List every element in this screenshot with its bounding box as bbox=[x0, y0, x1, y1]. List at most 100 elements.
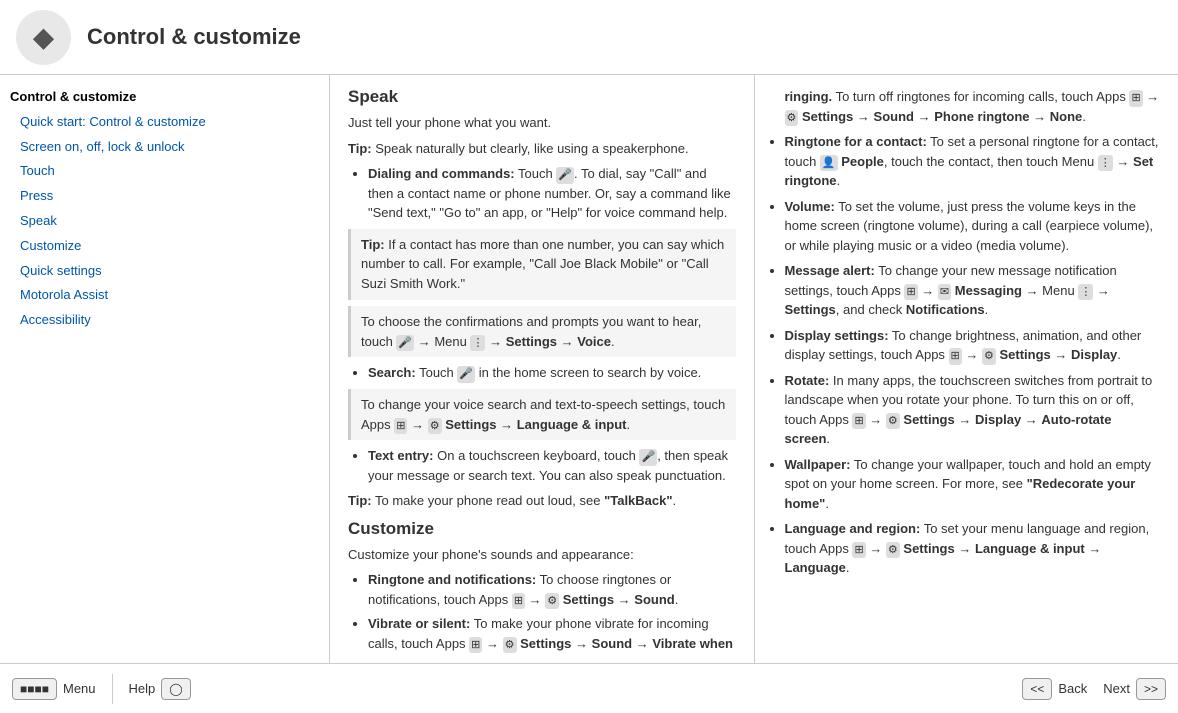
list-item-message-alert: Message alert: To change your new messag… bbox=[785, 261, 1161, 320]
tip-confirmations: To choose the confirmations and prompts … bbox=[348, 306, 736, 358]
notifications-bold: Notifications bbox=[906, 302, 985, 317]
ringing-bold: ringing. bbox=[785, 89, 833, 104]
next-button[interactable]: Next >> bbox=[1103, 678, 1166, 700]
ringtone-contact-title: Ringtone for a contact: bbox=[785, 134, 927, 149]
help-label: Help bbox=[129, 681, 156, 696]
settings-icon-r3: ⚙ bbox=[982, 348, 996, 365]
voice-bold: Voice bbox=[577, 334, 611, 349]
settings-bold-r5: Settings bbox=[903, 541, 954, 556]
people-bold: People bbox=[841, 154, 884, 169]
customize-heading: Customize bbox=[348, 519, 736, 539]
list-item-search: Search: Touch 🎤 in the home screen to se… bbox=[368, 363, 736, 383]
list-item-rotate: Rotate: In many apps, the touchscreen sw… bbox=[785, 371, 1161, 449]
settings-bold-r4: Settings bbox=[903, 412, 954, 427]
settings-icon-r5: ⚙ bbox=[886, 542, 900, 559]
ringing-text: To turn off ringtones for incoming calls… bbox=[785, 89, 1160, 124]
language-title: Language and region: bbox=[785, 521, 921, 536]
ringtone-title: Ringtone and notifications: bbox=[368, 572, 536, 587]
sidebar-item-press[interactable]: Press bbox=[0, 184, 329, 209]
sidebar-item-customize[interactable]: Customize bbox=[0, 234, 329, 259]
bottom-right: << Back Next >> bbox=[1022, 678, 1166, 700]
logo-letter: ◆ bbox=[34, 22, 54, 53]
sidebar-item-quick-settings[interactable]: Quick settings bbox=[0, 259, 329, 284]
divider-1 bbox=[112, 674, 113, 704]
speak-tip-text: Speak naturally but clearly, like using … bbox=[375, 141, 688, 156]
list-item-display: Display settings: To change brightness, … bbox=[785, 326, 1161, 365]
sidebar-item-accessibility[interactable]: Accessibility bbox=[0, 308, 329, 333]
rotate-text: In many apps, the touchscreen switches f… bbox=[785, 373, 1153, 447]
mic-icon-3: 🎤 bbox=[457, 366, 475, 383]
customize-bullets: Ringtone and notifications: To choose ri… bbox=[356, 570, 736, 653]
tip-label-3: Tip: bbox=[348, 493, 372, 508]
list-item-ringtone-contact: Ringtone for a contact: To set a persona… bbox=[785, 132, 1161, 191]
settings-bold: Settings bbox=[506, 334, 557, 349]
back-label: Back bbox=[1058, 681, 1087, 696]
tip-label-2: Tip: bbox=[361, 237, 385, 252]
phone-ringtone-bold: Phone ringtone bbox=[934, 109, 1029, 124]
messaging-bold: Messaging bbox=[955, 283, 1022, 298]
tip-talkback: Tip: To make your phone read out loud, s… bbox=[348, 491, 736, 511]
search-title: Search: bbox=[368, 365, 416, 380]
sidebar-item-touch[interactable]: Touch bbox=[0, 159, 329, 184]
customize-intro: Customize your phone's sounds and appear… bbox=[348, 545, 736, 565]
msg-icon: ✉ bbox=[938, 284, 951, 301]
settings-bold-r2: Settings bbox=[785, 302, 836, 317]
tip-contact: Tip: If a contact has more than one numb… bbox=[348, 229, 736, 300]
settings-icon: ⚙ bbox=[428, 418, 442, 435]
rotate-title: Rotate: bbox=[785, 373, 830, 388]
apps-icon-r2: ⊞ bbox=[904, 284, 917, 301]
vibrate-title: Vibrate or silent: bbox=[368, 616, 470, 631]
apps-icon-r3: ⊞ bbox=[949, 348, 962, 365]
menu-button[interactable]: ■■■■ Menu bbox=[12, 678, 96, 700]
sidebar-item-screen[interactable]: Screen on, off, lock & unlock bbox=[0, 135, 329, 160]
mic-icon: 🎤 bbox=[556, 167, 574, 184]
menu-label: Menu bbox=[63, 681, 96, 696]
help-icon: ◯ bbox=[161, 678, 190, 700]
search-text: Touch 🎤 in the home screen to search by … bbox=[419, 365, 701, 380]
sound-bold-r1: Sound bbox=[874, 109, 914, 124]
sidebar-item-motorola-assist[interactable]: Motorola Assist bbox=[0, 283, 329, 308]
settings-icon-r4: ⚙ bbox=[886, 413, 900, 430]
tip-voice-search: To change your voice search and text-to-… bbox=[348, 389, 736, 441]
settings-icon-3: ⚙ bbox=[503, 637, 517, 654]
bottom-left: ■■■■ Menu Help ◯ bbox=[12, 674, 191, 704]
speak-intro: Just tell your phone what you want. bbox=[348, 113, 736, 133]
language-bold: Language bbox=[785, 560, 846, 575]
mic-icon-4: 🎤 bbox=[639, 449, 657, 466]
speak-bullets: Dialing and commands: Touch 🎤. To dial, … bbox=[356, 164, 736, 223]
speak-bullets-2: Search: Touch 🎤 in the home screen to se… bbox=[356, 363, 736, 383]
settings-bold-r3: Settings bbox=[1000, 347, 1051, 362]
help-button[interactable]: Help ◯ bbox=[129, 678, 191, 700]
right-bullets: ringing. To turn off ringtones for incom… bbox=[773, 87, 1161, 578]
people-icon: 👤 bbox=[820, 155, 838, 172]
sidebar: Control & customize Quick start: Control… bbox=[0, 75, 330, 663]
menu-icon: ⋮ bbox=[470, 335, 485, 352]
content-area: Speak Just tell your phone what you want… bbox=[330, 75, 1178, 663]
sidebar-item-quick-start[interactable]: Quick start: Control & customize bbox=[0, 110, 329, 135]
sidebar-item-speak[interactable]: Speak bbox=[0, 209, 329, 234]
main-layout: Control & customize Quick start: Control… bbox=[0, 75, 1178, 663]
apps-icon-r4: ⊞ bbox=[852, 413, 865, 430]
back-icon: << bbox=[1022, 678, 1052, 700]
apps-icon-r1: ⊞ bbox=[1129, 90, 1142, 107]
speak-bullets-3: Text entry: On a touchscreen keyboard, t… bbox=[356, 446, 736, 485]
list-item: Dialing and commands: Touch 🎤. To dial, … bbox=[368, 164, 736, 223]
apps-icon-r5: ⊞ bbox=[852, 542, 865, 559]
lang-input-bold: Language & input bbox=[975, 541, 1085, 556]
volume-text: To set the volume, just press the volume… bbox=[785, 199, 1154, 253]
back-button[interactable]: << Back bbox=[1022, 678, 1087, 700]
sidebar-item-control-customize[interactable]: Control & customize bbox=[0, 85, 329, 110]
apps-icon-2: ⊞ bbox=[512, 593, 525, 610]
list-item-ringtone: Ringtone and notifications: To choose ri… bbox=[368, 570, 736, 609]
apps-icon-3: ⊞ bbox=[469, 637, 482, 654]
talkback-bold: "TalkBack" bbox=[604, 493, 672, 508]
volume-title: Volume: bbox=[785, 199, 835, 214]
sound-bold: Sound bbox=[634, 592, 674, 607]
speak-heading: Speak bbox=[348, 87, 736, 107]
vibrate-when-bold: Vibrate when bbox=[652, 636, 733, 651]
message-alert-title: Message alert: bbox=[785, 263, 875, 278]
list-item-ringing: ringing. To turn off ringtones for incom… bbox=[785, 87, 1161, 126]
speak-tip: Tip: Speak naturally but clearly, like u… bbox=[348, 139, 736, 159]
wallpaper-title: Wallpaper: bbox=[785, 457, 851, 472]
redecorate-bold: "Redecorate your home" bbox=[785, 476, 1136, 511]
